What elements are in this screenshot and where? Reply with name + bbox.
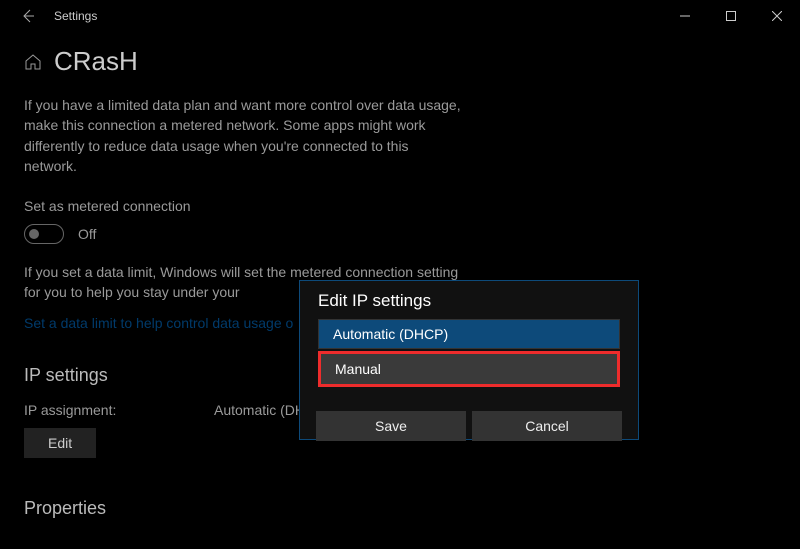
maximize-icon [726,11,736,21]
option-automatic[interactable]: Automatic (DHCP) [318,319,620,349]
maximize-button[interactable] [708,0,754,32]
toggle-knob [29,229,39,239]
properties-heading: Properties [24,498,776,519]
edit-button[interactable]: Edit [24,428,96,458]
metered-toggle[interactable] [24,224,64,244]
dialog-title: Edit IP settings [318,291,620,311]
ip-mode-select[interactable]: Automatic (DHCP) Manual [318,319,620,387]
home-icon [24,53,42,71]
save-button[interactable]: Save [316,411,466,441]
minimize-button[interactable] [662,0,708,32]
back-button[interactable] [12,0,44,32]
option-manual[interactable]: Manual [321,354,617,384]
arrow-left-icon [20,8,36,24]
edit-ip-dialog: Edit IP settings Automatic (DHCP) Manual… [299,280,639,440]
close-icon [772,11,782,21]
ip-assignment-label: IP assignment: [24,402,214,418]
close-button[interactable] [754,0,800,32]
intro-text: If you have a limited data plan and want… [24,95,464,176]
cancel-button[interactable]: Cancel [472,411,622,441]
toggle-state-text: Off [78,226,96,242]
window-title: Settings [54,9,97,23]
metered-label: Set as metered connection [24,198,776,214]
minimize-icon [680,11,690,21]
page-title: CRasH [54,46,138,77]
